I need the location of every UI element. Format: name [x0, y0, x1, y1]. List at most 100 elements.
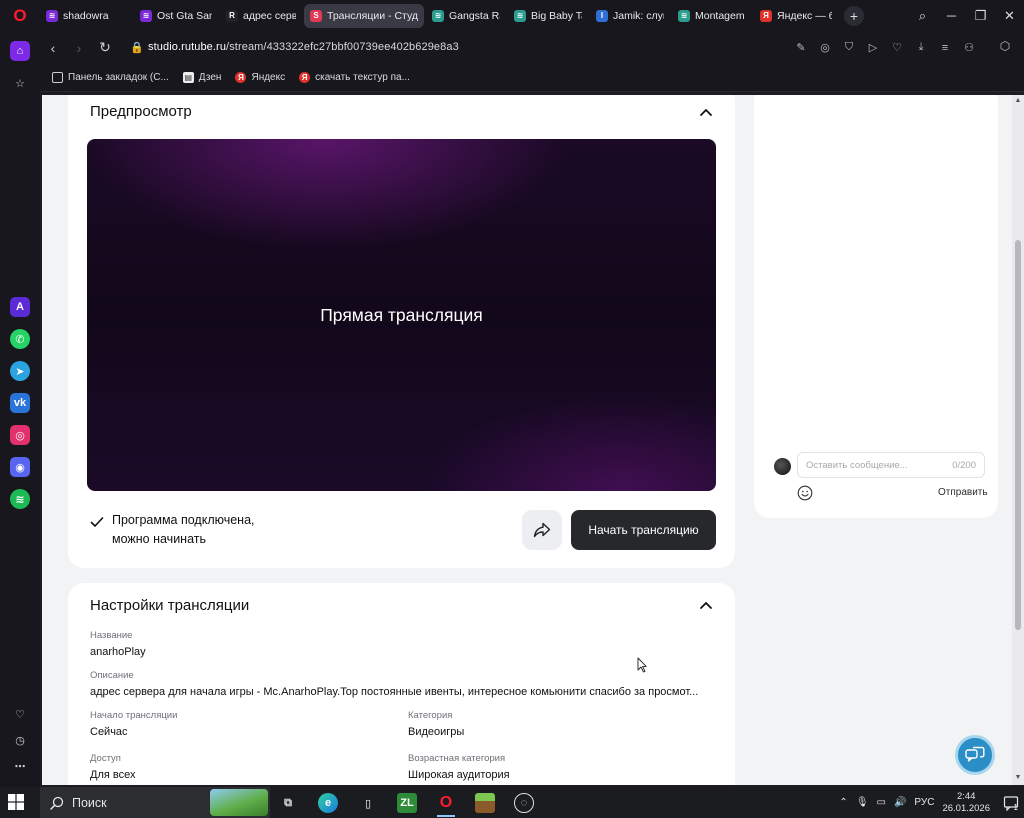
clock[interactable]: 2:44 26.01.2026 [942, 791, 990, 815]
tab-favicon-icon: I [596, 9, 608, 22]
page-scrollbar[interactable]: ▲ ▼ [1012, 95, 1024, 785]
tab-7[interactable]: ≋ Montagem La [672, 4, 752, 28]
vk-icon[interactable]: vk [10, 393, 30, 413]
aria-icon[interactable]: A [10, 297, 30, 317]
heart-icon[interactable]: ♡ [888, 41, 906, 54]
chat-message-input[interactable]: Оставить сообщение... 0/200 [797, 452, 985, 478]
download-icon[interactable]: ⤓ [912, 41, 930, 54]
windows-start-icon[interactable] [8, 794, 24, 810]
new-tab-button[interactable]: + [844, 5, 864, 26]
browser-sidebar: ⌂ ☆ A ✆ ➤ vk ◎ ◉ ≋ ♡ ◷ ⋯ [0, 31, 40, 787]
tab-8[interactable]: Я Яндекс — бы [754, 4, 838, 28]
minecraft-icon[interactable] [475, 793, 495, 813]
system-tray: ⌃ 🎙 ▭ 🔊 РУС 2:44 26.01.2026 1 [839, 787, 1024, 818]
start-time-label: Начало трансляции [90, 710, 178, 721]
mouse-cursor-icon [637, 657, 647, 673]
tab-favicon-icon: ≋ [432, 9, 444, 22]
minimize-icon[interactable]: ─ [937, 8, 966, 23]
send-button[interactable]: Отправить [938, 487, 988, 498]
forward-icon[interactable]: › [66, 40, 92, 56]
more-icon[interactable]: ⋯ [10, 756, 30, 776]
menu-icon[interactable]: ≡ [936, 42, 954, 54]
discord-icon[interactable]: ◉ [10, 457, 30, 477]
history-icon[interactable]: ◷ [10, 730, 30, 750]
notification-count: 1 [1013, 803, 1018, 812]
tab-0[interactable]: ≋ shadowra [40, 4, 132, 28]
bookmark-dzen[interactable]: ▤ Дзен [182, 72, 221, 83]
speed-dial-icon[interactable]: ☆ [10, 73, 30, 93]
microphone-icon[interactable]: 🎙 [856, 797, 869, 808]
chat-placeholder: Оставить сообщение... [806, 459, 908, 471]
extensions-icon[interactable]: ⬡ [996, 39, 1014, 57]
collapse-chevron-icon[interactable] [699, 599, 713, 613]
play-icon[interactable]: ▷ [864, 41, 882, 54]
opera-logo-icon[interactable]: O [0, 0, 40, 31]
edge-icon[interactable]: e [318, 793, 338, 813]
scroll-thumb[interactable] [1015, 240, 1021, 630]
obs-icon[interactable]: ◌ [514, 793, 534, 813]
network-icon[interactable]: ▭ [877, 797, 886, 808]
close-icon[interactable]: ✕ [995, 8, 1024, 24]
yandex-icon: Я [235, 72, 247, 83]
file-icon[interactable]: ▯ [358, 793, 378, 813]
search-placeholder: Поиск [72, 795, 107, 810]
notifications-button[interactable]: 1 [998, 787, 1024, 818]
bookmark-textures[interactable]: Яскачать текстур па... [299, 72, 410, 83]
share-button[interactable] [522, 510, 562, 550]
whatsapp-icon[interactable]: ✆ [10, 329, 30, 349]
back-icon[interactable]: ‹ [40, 40, 66, 56]
yandex-icon: Я [299, 72, 311, 83]
name-label: Название [90, 630, 133, 641]
tab-favicon-icon: Я [760, 9, 772, 22]
connection-status: Программа подключена, можно начинать [90, 511, 255, 549]
bookmarks-bar: Панель закладок (С... ▤ Дзен Я Яндекс Яска… [40, 64, 1024, 92]
tab-4[interactable]: ≋ Gangsta Rap [426, 4, 506, 28]
status-text: Программа подключена, можно начинать [112, 511, 255, 549]
start-stream-button[interactable]: Начать трансляцию [571, 510, 716, 550]
tab-6[interactable]: I Jamik: слушат [590, 4, 670, 28]
zlauncher-icon[interactable]: ZL [397, 793, 417, 813]
address-actions: ✎ ◎ ⛉ ▷ ♡ ⤓ ≡ ⚇ [792, 31, 978, 64]
shield-icon[interactable]: ⛉ [840, 41, 858, 54]
tab-title: адрес сервер [243, 9, 296, 22]
description-value: адрес сервера для начала игры - Mc.Anarh… [90, 686, 699, 698]
telegram-icon[interactable]: ➤ [10, 361, 30, 381]
tab-1[interactable]: ≋ Ost Gta San A [134, 4, 218, 28]
tab-favicon-icon: ≋ [678, 9, 690, 22]
camera-icon[interactable]: ◎ [816, 41, 834, 54]
tab-2[interactable]: Rадрес сервер [220, 4, 302, 28]
tab-title: Gangsta Rap [449, 9, 500, 22]
reload-icon[interactable]: ↻ [92, 39, 118, 56]
clock-date: 26.01.2026 [942, 802, 990, 814]
scroll-down-icon[interactable]: ▼ [1014, 774, 1022, 781]
collapse-chevron-icon[interactable] [699, 106, 713, 120]
edit-icon[interactable]: ✎ [792, 41, 810, 54]
tab-5[interactable]: ≋ Big Baby Tape [508, 4, 588, 28]
tab-favicon-icon: ≋ [514, 9, 526, 22]
age-rating-value: Широкая аудитория [408, 769, 510, 781]
preview-card: Предпросмотр Прямая трансляция Программа… [68, 95, 735, 568]
scroll-up-icon[interactable]: ▲ [1014, 97, 1022, 104]
tab-3-active[interactable]: S Трансляции - Студия [304, 3, 424, 28]
profile-icon[interactable]: ⚇ [960, 41, 978, 54]
tab-title: Big Baby Tape [531, 9, 582, 22]
emoji-icon[interactable] [797, 485, 813, 501]
bookmark-panel[interactable]: Панель закладок (С... [52, 72, 169, 83]
opera-icon[interactable]: O [436, 793, 456, 813]
spotify-icon[interactable]: ≋ [10, 489, 30, 509]
search-icon [50, 796, 64, 810]
favorites-icon[interactable]: ♡ [10, 704, 30, 724]
start-time-value: Сейчас [90, 726, 128, 738]
restore-icon[interactable]: ❐ [966, 8, 995, 24]
language-indicator[interactable]: РУС [914, 797, 934, 808]
support-chat-button[interactable] [955, 735, 995, 775]
volume-icon[interactable]: 🔊 [894, 797, 906, 808]
tray-chevron-icon[interactable]: ⌃ [839, 797, 847, 808]
tab-favicon-icon: R [226, 9, 238, 22]
bookmark-yandex[interactable]: Я Яндекс [235, 72, 285, 83]
home-icon[interactable]: ⌂ [10, 41, 30, 61]
task-view-icon[interactable]: ⧉ [278, 793, 298, 813]
instagram-icon[interactable]: ◎ [10, 425, 30, 445]
search-tabs-icon[interactable]: ⌕ [908, 8, 937, 24]
tab-favicon-icon: ≋ [140, 9, 152, 22]
